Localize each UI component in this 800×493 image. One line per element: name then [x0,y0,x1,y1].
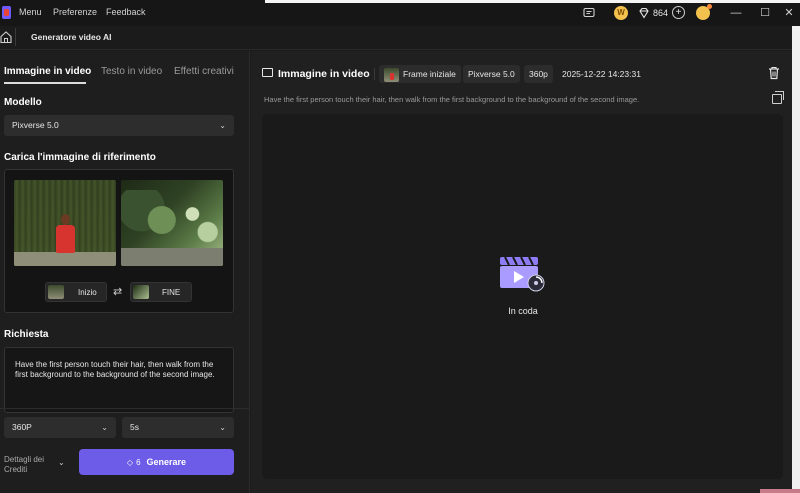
chevron-down-icon[interactable]: ⌄ [58,458,65,467]
maximize-button[interactable]: ☐ [757,5,773,21]
generate-cost: 6 [136,458,141,467]
resolution-select[interactable]: 360P ⌄ [4,417,116,438]
active-tab-indicator [4,82,86,84]
frame-thumbnail [384,67,399,82]
separator [374,68,375,80]
trash-icon[interactable] [768,66,780,80]
generate-button[interactable]: ◇ 6 Generare [79,449,234,475]
video-preview [262,114,783,479]
chip-model-label: Pixverse 5.0 [468,69,515,79]
tab-generator-video-ai[interactable]: Generatore video AI [31,32,111,42]
swap-icon[interactable]: ⇄ [113,285,122,298]
chat-icon[interactable] [583,7,595,19]
chip-resolution-label: 360p [529,69,548,79]
start-frame-label: Inizio [78,288,97,297]
diamond-icon: ◇ [126,458,134,467]
tab-text-to-video[interactable]: Testo in video [101,66,162,77]
prompt-textarea[interactable] [4,347,234,413]
resolution-value: 360P [12,422,32,432]
start-frame-image[interactable] [14,180,116,266]
tab-creative-effects[interactable]: Effetti creativi [174,66,234,77]
result-title: Immagine in video [278,68,370,80]
chip-model: Pixverse 5.0 [463,65,520,83]
minimize-button[interactable]: — [728,5,744,21]
chip-start-frame: Frame iniziale [379,65,461,83]
model-select-value: Pixverse 5.0 [12,120,59,130]
end-frame-thumbnail [133,285,149,299]
menu-item-preferences[interactable]: Preferenze [53,7,97,17]
chip-resolution: 360p [524,65,553,83]
generate-label: Generare [146,457,187,467]
chevron-down-icon: ⌄ [219,121,226,130]
chevron-down-icon: ⌄ [219,423,226,432]
tab-image-to-video[interactable]: Immagine in video [4,66,91,77]
start-frame-chip[interactable]: Inizio [45,282,107,302]
chip-start-frame-label: Frame iniziale [403,69,456,79]
credits-details-label[interactable]: Dettagli dei Crediti [4,455,54,474]
prompt-text: Have the first person touch their hair, … [15,360,215,379]
queue-status: In coda [508,306,538,316]
tab-row [0,26,800,50]
menu-item-menu[interactable]: Menu [19,7,42,17]
duration-value: 5s [130,422,139,432]
start-frame-thumbnail [48,285,64,299]
duration-select[interactable]: 5s ⌄ [122,417,234,438]
close-button[interactable]: ✕ [781,5,797,21]
chevron-down-icon: ⌄ [101,423,108,432]
copy-icon[interactable] [772,91,784,104]
divider [0,408,250,409]
diamond-icon [639,7,649,19]
desktop-edge-right [792,26,800,493]
avatar[interactable] [696,4,712,20]
app-logo-icon [2,6,11,19]
end-frame-label: FINE [162,288,181,297]
result-datetime: 2025-12-22 14:23:31 [562,69,641,79]
desktop-edge-bottom [760,489,800,493]
end-frame-image[interactable] [121,180,223,266]
upload-label: Carica l'immagine di riferimento [4,152,156,163]
end-frame-chip[interactable]: FINE [130,282,192,302]
desktop-edge [265,0,800,3]
result-prompt: Have the first person touch their hair, … [264,95,640,104]
coin-icon[interactable]: W [614,6,628,20]
prompt-label: Richiesta [4,329,49,340]
credits-count: 864 [653,8,669,18]
model-select[interactable]: Pixverse 5.0 ⌄ [4,115,234,136]
model-label: Modello [4,97,42,108]
tab-separator [15,28,16,46]
image-icon [262,68,273,77]
add-credits-button[interactable]: + [672,6,685,19]
home-icon[interactable] [0,30,12,44]
menu-item-feedback[interactable]: Feedback [106,7,146,17]
video-queue-icon [500,256,545,292]
